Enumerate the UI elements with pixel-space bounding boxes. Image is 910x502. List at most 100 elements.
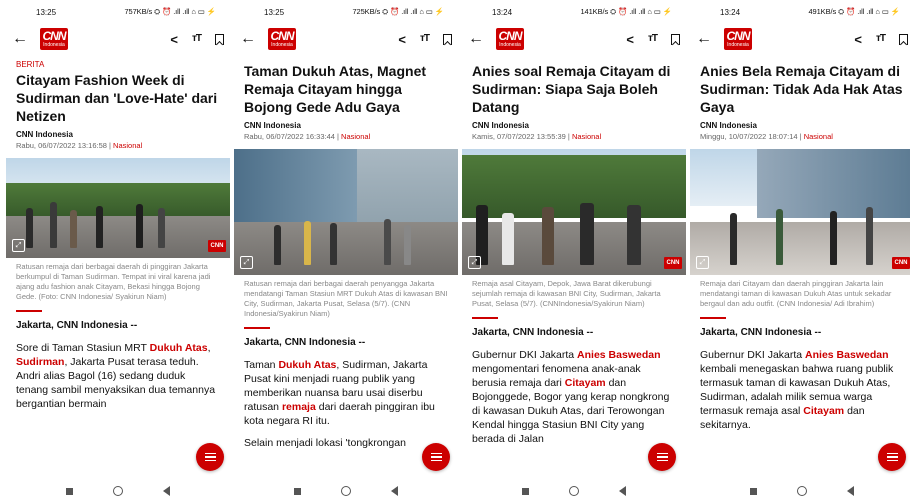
phone-screen-2: 13:25 725KB/s ⛭ ⏰ .ıll .ıll ⌂ ▭ ⚡ ← CNN …	[234, 0, 458, 502]
phone-screen-3: 13:24 141KB/s ⛭ ⏰ .ıll .ıll ⌂ ▭ ⚡ ← CNN …	[462, 0, 686, 502]
menu-icon	[656, 456, 668, 458]
expand-icon[interactable]: ⤢	[468, 256, 481, 269]
article-content: Anies Bela Remaja Citayam di Sudirman: T…	[690, 62, 910, 141]
red-divider	[16, 310, 42, 312]
photo-building	[757, 149, 910, 219]
recents-icon[interactable]	[66, 487, 73, 495]
recents-icon[interactable]	[294, 487, 301, 495]
home-icon[interactable]	[569, 486, 579, 496]
section-link[interactable]: Nasional	[572, 132, 601, 141]
red-divider	[244, 327, 270, 329]
photo-ground	[690, 222, 910, 275]
back-arrow-icon[interactable]: ←	[12, 31, 30, 47]
article-body-area: Remaja dari Citayam dan daerah pinggiran…	[690, 279, 910, 432]
menu-icon	[204, 452, 216, 455]
back-arrow-icon[interactable]: ←	[240, 31, 258, 47]
font-size-icon[interactable]: тT	[192, 34, 202, 44]
home-icon[interactable]	[341, 486, 351, 496]
expand-icon[interactable]: ⤢	[696, 256, 709, 269]
photo-watermark: CNN	[892, 257, 910, 269]
photo-building	[357, 149, 458, 231]
font-size-icon[interactable]: тT	[420, 34, 430, 44]
toolbar-actions: < тT	[854, 33, 908, 46]
back-icon[interactable]	[847, 486, 854, 496]
article-category[interactable]: BERITA	[16, 60, 220, 69]
tag-link[interactable]: Citayam	[565, 377, 606, 389]
section-link[interactable]: Nasional	[804, 132, 833, 141]
tag-link[interactable]: Dukuh Atas	[150, 342, 208, 354]
share-icon[interactable]: <	[626, 33, 634, 46]
article-body: Gubernur DKI Jakarta Anies Baswedan kemb…	[700, 348, 904, 432]
back-icon[interactable]	[391, 486, 398, 496]
tag-link[interactable]: Dukuh Atas	[278, 359, 336, 371]
article-photo[interactable]: ⤢ CNN	[462, 149, 686, 275]
menu-fab[interactable]	[196, 443, 224, 471]
cnn-logo[interactable]: CNN Indonesia	[40, 28, 68, 50]
bookmark-icon[interactable]	[215, 33, 224, 45]
photo-caption: Ratusan remaja dari berbagai daerah peny…	[244, 279, 448, 318]
tag-link[interactable]: remaja	[282, 401, 316, 413]
menu-icon	[886, 456, 898, 458]
photo-person	[730, 213, 737, 265]
article-headline: Anies Bela Remaja Citayam di Sudirman: T…	[700, 63, 903, 115]
tag-link[interactable]: Citayam	[803, 405, 844, 417]
photo-person	[830, 211, 837, 265]
article-photo[interactable]: ⤢ CNN	[6, 158, 230, 258]
bookmark-icon[interactable]	[899, 33, 908, 45]
logo-text: CNN	[498, 28, 523, 43]
tag-link[interactable]: Sudirman	[16, 356, 64, 368]
photo-ground	[462, 222, 686, 275]
back-arrow-icon[interactable]: ←	[468, 31, 486, 47]
article-photo[interactable]: ⤢	[234, 149, 458, 275]
status-bar: 13:25 757KB/s ⛭ ⏰ .ıll .ıll ⌂ ▭ ⚡	[6, 0, 230, 24]
photo-building	[234, 149, 358, 225]
cnn-logo[interactable]: CNN Indonesia	[268, 28, 296, 50]
status-time: 13:24	[492, 7, 513, 17]
home-icon[interactable]	[113, 486, 123, 496]
back-icon[interactable]	[163, 486, 170, 496]
cnn-logo[interactable]: CNN Indonesia	[724, 28, 752, 50]
android-nav-bar	[690, 480, 910, 502]
back-arrow-icon[interactable]: ←	[696, 31, 714, 47]
body-text: Gubernur DKI Jakarta	[700, 349, 806, 361]
menu-fab[interactable]	[648, 443, 676, 471]
home-icon[interactable]	[797, 486, 807, 496]
logo-text: CNN	[42, 28, 67, 43]
app-toolbar: ← CNN Indonesia < тT	[234, 24, 458, 54]
photo-caption: Ratusan remaja dari berbagai daerah di p…	[16, 262, 211, 301]
photo-person	[502, 213, 514, 265]
tag-link[interactable]: Anies Baswedan	[805, 349, 888, 361]
expand-icon[interactable]: ⤢	[240, 256, 253, 269]
red-divider	[472, 317, 498, 319]
expand-icon[interactable]: ⤢	[12, 239, 25, 252]
photo-person	[304, 221, 311, 265]
share-icon[interactable]: <	[398, 33, 406, 46]
article-author: CNN Indonesia	[244, 121, 301, 130]
tag-link[interactable]: Anies Baswedan	[577, 349, 660, 361]
article-photo[interactable]: ⤢ CNN	[690, 149, 910, 275]
share-icon[interactable]: <	[170, 33, 178, 46]
bookmark-icon[interactable]	[443, 33, 452, 45]
back-icon[interactable]	[619, 486, 626, 496]
logo-text: CNN	[270, 28, 295, 43]
photo-watermark: CNN	[664, 257, 682, 269]
share-icon[interactable]: <	[854, 33, 862, 46]
date-text: Kamis, 07/07/2022 13:55:39	[472, 132, 566, 141]
logo-subtext: Indonesia	[727, 41, 749, 48]
recents-icon[interactable]	[750, 487, 757, 495]
article-content: Anies soal Remaja Citayam di Sudirman: S…	[462, 62, 686, 141]
recents-icon[interactable]	[522, 487, 529, 495]
font-size-icon[interactable]: тT	[876, 34, 886, 44]
cnn-logo[interactable]: CNN Indonesia	[496, 28, 524, 50]
section-link[interactable]: Nasional	[113, 141, 142, 150]
section-link[interactable]: Nasional	[341, 132, 370, 141]
photo-caption: Remaja asal Citayam, Depok, Jawa Barat d…	[472, 279, 661, 308]
menu-icon	[430, 452, 442, 455]
photo-person	[96, 206, 103, 248]
photo-watermark: CNN	[208, 240, 226, 252]
font-size-icon[interactable]: тT	[648, 34, 658, 44]
menu-fab[interactable]	[878, 443, 906, 471]
menu-fab[interactable]	[422, 443, 450, 471]
logo-subtext: Indonesia	[271, 41, 293, 48]
bookmark-icon[interactable]	[671, 33, 680, 45]
